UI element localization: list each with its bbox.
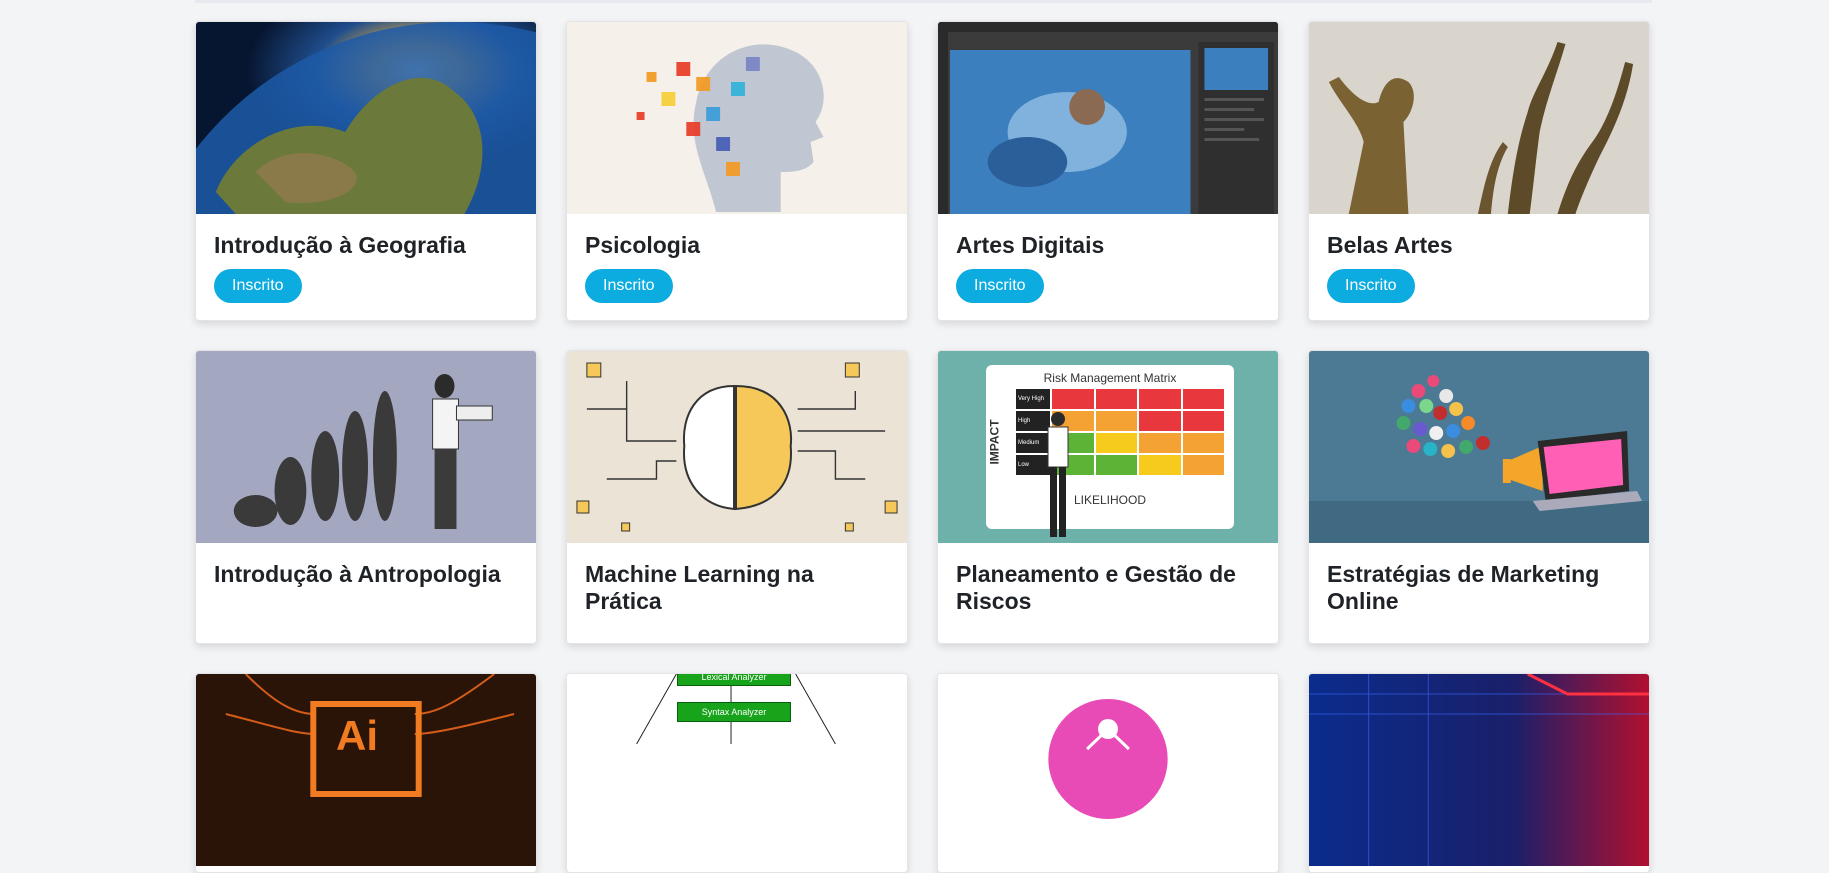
illustrator-logo: Ai	[336, 712, 378, 759]
illustrator-image: Ai	[196, 674, 536, 866]
brain-gear-image	[567, 351, 907, 543]
course-card[interactable]: Machine Learning na Prática	[566, 350, 908, 644]
likelihood-axis-label: LIKELIHOOD	[1073, 493, 1147, 507]
marketing-image	[1309, 351, 1649, 543]
course-card[interactable]: Introdução à Geografia Inscrito	[195, 21, 537, 321]
pink-logo-image	[938, 674, 1278, 866]
course-card[interactable]: Risk Management Matrix IMPACT Very High …	[937, 350, 1279, 644]
compiler-diagram-image: Lexical Analyzer Syntax Analyzer	[567, 674, 907, 866]
course-card[interactable]: Belas Artes Inscrito	[1308, 21, 1650, 321]
course-card[interactable]: Ai	[195, 673, 537, 873]
risk-matrix-board: Risk Management Matrix IMPACT Very High …	[986, 365, 1234, 529]
course-title[interactable]: Planeamento e Gestão de Riscos	[956, 561, 1260, 615]
evolution-image	[196, 351, 536, 543]
enrolled-badge: Inscrito	[956, 269, 1044, 303]
risk-matrix-image: Risk Management Matrix IMPACT Very High …	[938, 351, 1278, 543]
top-divider	[195, 0, 1652, 3]
photoshop-image	[938, 22, 1278, 214]
enrolled-badge: Inscrito	[585, 269, 673, 303]
earth-image	[196, 22, 536, 214]
course-card[interactable]	[1308, 673, 1650, 873]
risk-matrix-heading: Risk Management Matrix	[1043, 371, 1177, 385]
course-card[interactable]: Artes Digitais Inscrito	[937, 21, 1279, 321]
course-card[interactable]	[937, 673, 1279, 873]
course-title[interactable]: Estratégias de Marketing Online	[1327, 561, 1631, 615]
impact-row-label: Very High	[1016, 389, 1050, 409]
impact-axis-label: IMPACT	[987, 419, 1002, 465]
course-title[interactable]: Introdução à Antropologia	[214, 561, 518, 588]
course-title[interactable]: Introdução à Geografia	[214, 232, 518, 259]
head-puzzle-image	[567, 22, 907, 214]
syntax-analyzer-box: Syntax Analyzer	[677, 702, 791, 722]
tech-blue-image	[1309, 674, 1649, 866]
course-title[interactable]: Belas Artes	[1327, 232, 1631, 259]
lexical-analyzer-box: Lexical Analyzer	[677, 674, 791, 686]
course-card[interactable]: Estratégias de Marketing Online	[1308, 350, 1650, 644]
sculpture-image	[1309, 22, 1649, 214]
course-card[interactable]: Introdução à Antropologia	[195, 350, 537, 644]
course-title[interactable]: Machine Learning na Prática	[585, 561, 889, 615]
course-title[interactable]: Artes Digitais	[956, 232, 1260, 259]
enrolled-badge: Inscrito	[214, 269, 302, 303]
course-grid: Introdução à Geografia Inscrito Psicolog…	[195, 21, 1650, 873]
course-card[interactable]: Psicologia Inscrito	[566, 21, 908, 321]
course-card[interactable]: Lexical Analyzer Syntax Analyzer	[566, 673, 908, 873]
course-title[interactable]: Psicologia	[585, 232, 889, 259]
enrolled-badge: Inscrito	[1327, 269, 1415, 303]
